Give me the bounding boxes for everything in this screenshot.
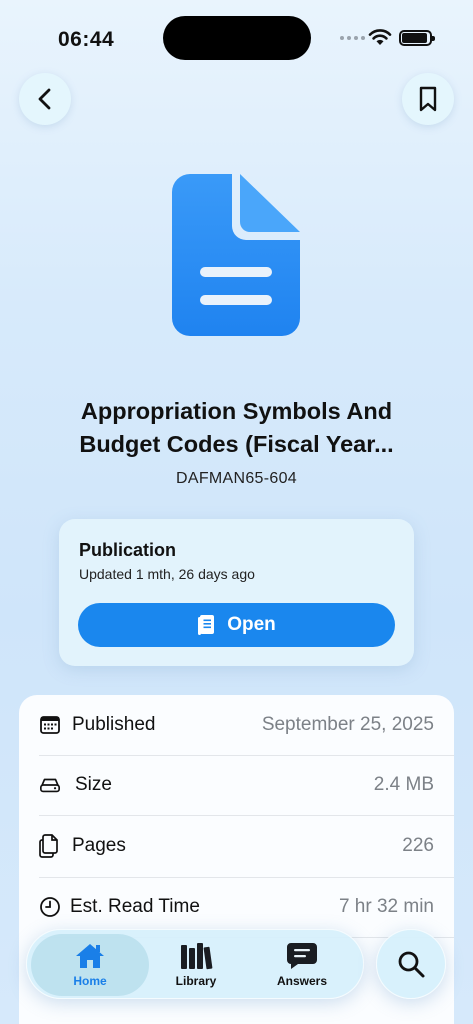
cellular-signal-icon [340,36,365,40]
detail-row-size: Size 2.4 MB [19,755,454,815]
detail-row-pages: Pages 226 [19,815,454,877]
status-time: 06:44 [58,28,115,51]
tab-answers[interactable]: Answers [243,934,361,996]
bookmark-button[interactable] [402,73,454,125]
book-icon [198,615,215,635]
document-title-line2: Budget Codes (Fiscal Year... [79,431,394,457]
tab-home[interactable]: Home [31,934,149,996]
document-title: Appropriation Symbols And Budget Codes (… [40,395,433,461]
tab-label: Home [73,974,107,988]
document-icon [172,174,300,336]
detail-label: Published [72,714,156,735]
tab-bar: Home Library Answers [26,929,364,999]
dynamic-island [163,16,311,60]
publication-title: Publication [79,540,177,560]
clock-icon [39,896,61,918]
bookmark-icon [419,86,437,112]
detail-label: Est. Read Time [70,896,200,917]
detail-value: September 25, 2025 [261,714,434,735]
battery-icon [399,30,435,46]
pages-icon [39,834,61,858]
house-icon [76,944,104,968]
search-icon [398,951,425,978]
detail-label: Size [75,774,112,795]
tab-label: Library [175,974,217,988]
detail-value: 7 hr 32 min [338,896,434,917]
search-button[interactable] [376,929,446,999]
publication-updated: Updated 1 mth, 26 days ago [79,566,255,582]
detail-value: 2.4 MB [373,774,434,795]
drive-icon [39,774,61,796]
chat-bubble-icon [287,943,317,969]
publication-card: Publication Updated 1 mth, 26 days ago O… [59,519,414,666]
back-button[interactable] [19,73,71,125]
detail-value: 226 [402,835,434,856]
status-bar: 06:44 [0,0,473,70]
calendar-icon [39,714,61,736]
tab-library[interactable]: Library [137,934,255,996]
wifi-icon [368,28,392,51]
chevron-left-icon [38,88,51,110]
open-button-label: Open [227,614,276,635]
document-title-line1: Appropriation Symbols And [80,398,393,424]
document-code: DAFMAN65-604 [176,470,297,487]
detail-row-published: Published September 25, 2025 [19,695,454,755]
open-button[interactable]: Open [78,603,395,647]
tab-label: Answers [276,974,328,988]
detail-row-read-time: Est. Read Time 7 hr 32 min [19,877,454,937]
books-icon [181,943,213,970]
detail-label: Pages [72,835,126,856]
